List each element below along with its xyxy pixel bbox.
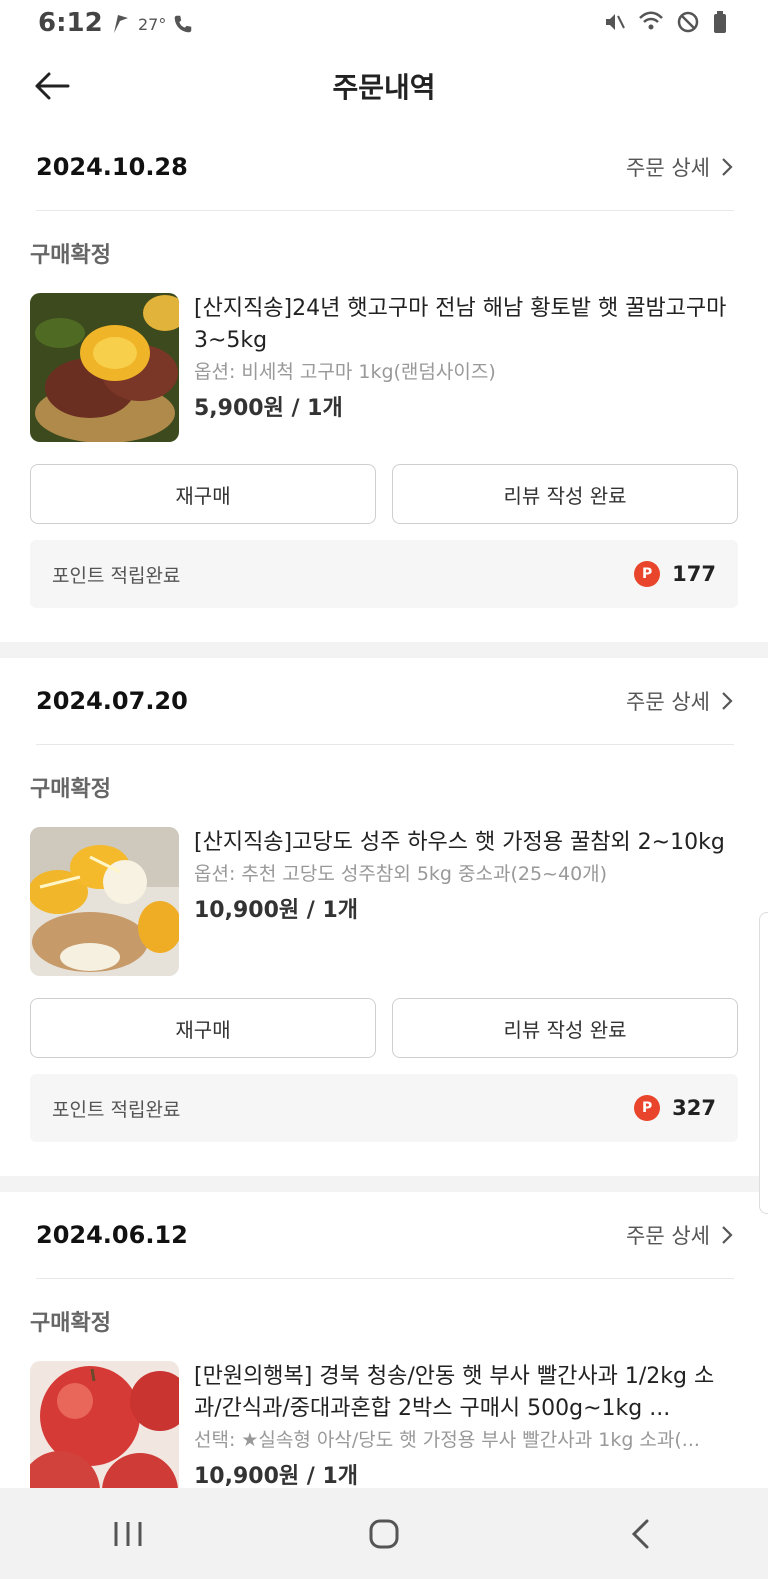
order-list[interactable]: 2024.10.28 주문 상세 구매확정 [산지직송]24년 햇고구마 전남 …: [0, 124, 768, 1488]
product-price: 10,900원 / 1개: [194, 1464, 359, 1488]
order-item-info: [만원의행복] 경북 청송/안동 햇 부사 빨간사과 1/2kg 소과/간식과/…: [194, 1361, 738, 1488]
order-header: 2024.07.20 주문 상세: [36, 658, 734, 745]
product-image-apple[interactable]: [30, 1361, 179, 1488]
point-icon: P: [634, 561, 661, 587]
points-label: 포인트 적립완료: [52, 1098, 181, 1121]
order-card: 2024.06.12 주문 상세 구매확정 [만원의행복] 경북 청송/안동 햇…: [0, 1192, 768, 1488]
order-card: 2024.07.20 주문 상세 구매확정 [산지직송]고당도 성주 하우스 햇…: [0, 658, 768, 1142]
order-actions: 재구매 리뷰 작성 완료: [30, 998, 738, 1058]
product-name[interactable]: [산지직송]고당도 성주 하우스 햇 가정용 꿀참외 2~10kg: [194, 827, 738, 859]
order-detail-label: 주문 상세: [626, 156, 710, 180]
points-value-group: P 177: [634, 561, 716, 587]
points-value: 177: [672, 562, 716, 586]
order-date: 2024.07.20: [36, 687, 188, 715]
page-title: 주문내역: [332, 71, 436, 104]
order-header: 2024.10.28 주문 상세: [36, 124, 734, 211]
system-nav-bar: [0, 1488, 768, 1579]
nav-back-button[interactable]: [580, 1499, 700, 1569]
scroll-handle[interactable]: [759, 912, 768, 1214]
product-name[interactable]: [만원의행복] 경북 청송/안동 햇 부사 빨간사과 1/2kg 소과/간식과/…: [194, 1361, 738, 1425]
call-icon: [175, 15, 192, 33]
points-row: 포인트 적립완료 P 327: [30, 1074, 738, 1142]
wifi-icon: [639, 11, 663, 30]
order-header: 2024.06.12 주문 상세: [36, 1192, 734, 1279]
order-item-info: [산지직송]고당도 성주 하우스 햇 가정용 꿀참외 2~10kg 옵션: 추천…: [194, 827, 738, 976]
order-item[interactable]: [만원의행복] 경북 청송/안동 햇 부사 빨간사과 1/2kg 소과/간식과/…: [30, 1361, 738, 1488]
recent-apps-icon: [114, 1521, 142, 1546]
order-card: 2024.10.28 주문 상세 구매확정 [산지직송]24년 햇고구마 전남 …: [0, 124, 768, 608]
order-item[interactable]: [산지직송]고당도 성주 하우스 햇 가정용 꿀참외 2~10kg 옵션: 추천…: [30, 827, 738, 976]
home-icon: [369, 1519, 399, 1548]
order-detail-link[interactable]: 주문 상세: [626, 152, 734, 182]
product-option: 선택: ★실속형 아삭/당도 햇 가정용 부사 빨간사과 1kg 소과(...: [194, 1429, 700, 1451]
chevron-right-icon: [722, 158, 733, 176]
review-complete-button[interactable]: 리뷰 작성 완료: [392, 464, 738, 524]
order-detail-link[interactable]: 주문 상세: [626, 686, 734, 716]
back-icon: [631, 1519, 649, 1548]
review-complete-button[interactable]: 리뷰 작성 완료: [392, 998, 738, 1058]
product-price: 5,900원 / 1개: [194, 396, 343, 421]
product-price: 10,900원 / 1개: [194, 898, 359, 923]
mute-icon: [606, 14, 625, 30]
order-item[interactable]: [산지직송]24년 햇고구마 전남 해남 황토밭 햇 꿀밤고구마 3~5kg 옵…: [30, 293, 738, 442]
product-image-sweet-potato[interactable]: [30, 293, 179, 442]
point-icon: P: [634, 1095, 661, 1121]
app-bar: 주문내역: [0, 48, 768, 124]
chevron-right-icon: [722, 692, 733, 710]
order-actions: 재구매 리뷰 작성 완료: [30, 464, 738, 524]
chevron-right-icon: [722, 1226, 733, 1244]
order-status: 구매확정: [30, 1311, 111, 1336]
status-time: 6:12: [38, 8, 103, 38]
home-button[interactable]: [324, 1499, 444, 1569]
order-date: 2024.10.28: [36, 153, 188, 181]
order-date: 2024.06.12: [36, 1221, 188, 1249]
points-row: 포인트 적립완료 P 177: [30, 540, 738, 608]
status-temperature: 27°: [138, 14, 167, 34]
order-detail-link[interactable]: 주문 상세: [626, 1220, 734, 1250]
section-divider: [0, 1176, 768, 1192]
order-item-info: [산지직송]24년 햇고구마 전남 해남 황토밭 햇 꿀밤고구마 3~5kg 옵…: [194, 293, 738, 442]
status-left-icons: 27°: [108, 12, 194, 36]
product-option: 옵션: 비세척 고구마 1kg(랜덤사이즈): [194, 361, 496, 383]
points-value-group: P 327: [634, 1095, 716, 1121]
order-detail-label: 주문 상세: [626, 690, 710, 714]
points-value: 327: [672, 1096, 716, 1120]
battery-icon: [714, 11, 726, 33]
status-right-icons: [602, 10, 728, 34]
order-detail-label: 주문 상세: [626, 1224, 710, 1248]
product-option: 옵션: 추천 고당도 성주참외 5kg 중소과(25~40개): [194, 863, 608, 885]
product-name[interactable]: [산지직송]24년 햇고구마 전남 해남 황토밭 햇 꿀밤고구마 3~5kg: [194, 293, 738, 357]
rebuy-button[interactable]: 재구매: [30, 464, 376, 524]
rebuy-button[interactable]: 재구매: [30, 998, 376, 1058]
do-not-disturb-icon: [677, 11, 699, 33]
flag-icon: [114, 15, 128, 33]
points-label: 포인트 적립완료: [52, 564, 181, 587]
recent-apps-button[interactable]: [68, 1499, 188, 1569]
section-divider: [0, 642, 768, 658]
status-bar: 6:12 27°: [0, 0, 768, 48]
product-image-melon[interactable]: [30, 827, 179, 976]
order-status: 구매확정: [30, 777, 111, 802]
order-status: 구매확정: [30, 243, 111, 268]
